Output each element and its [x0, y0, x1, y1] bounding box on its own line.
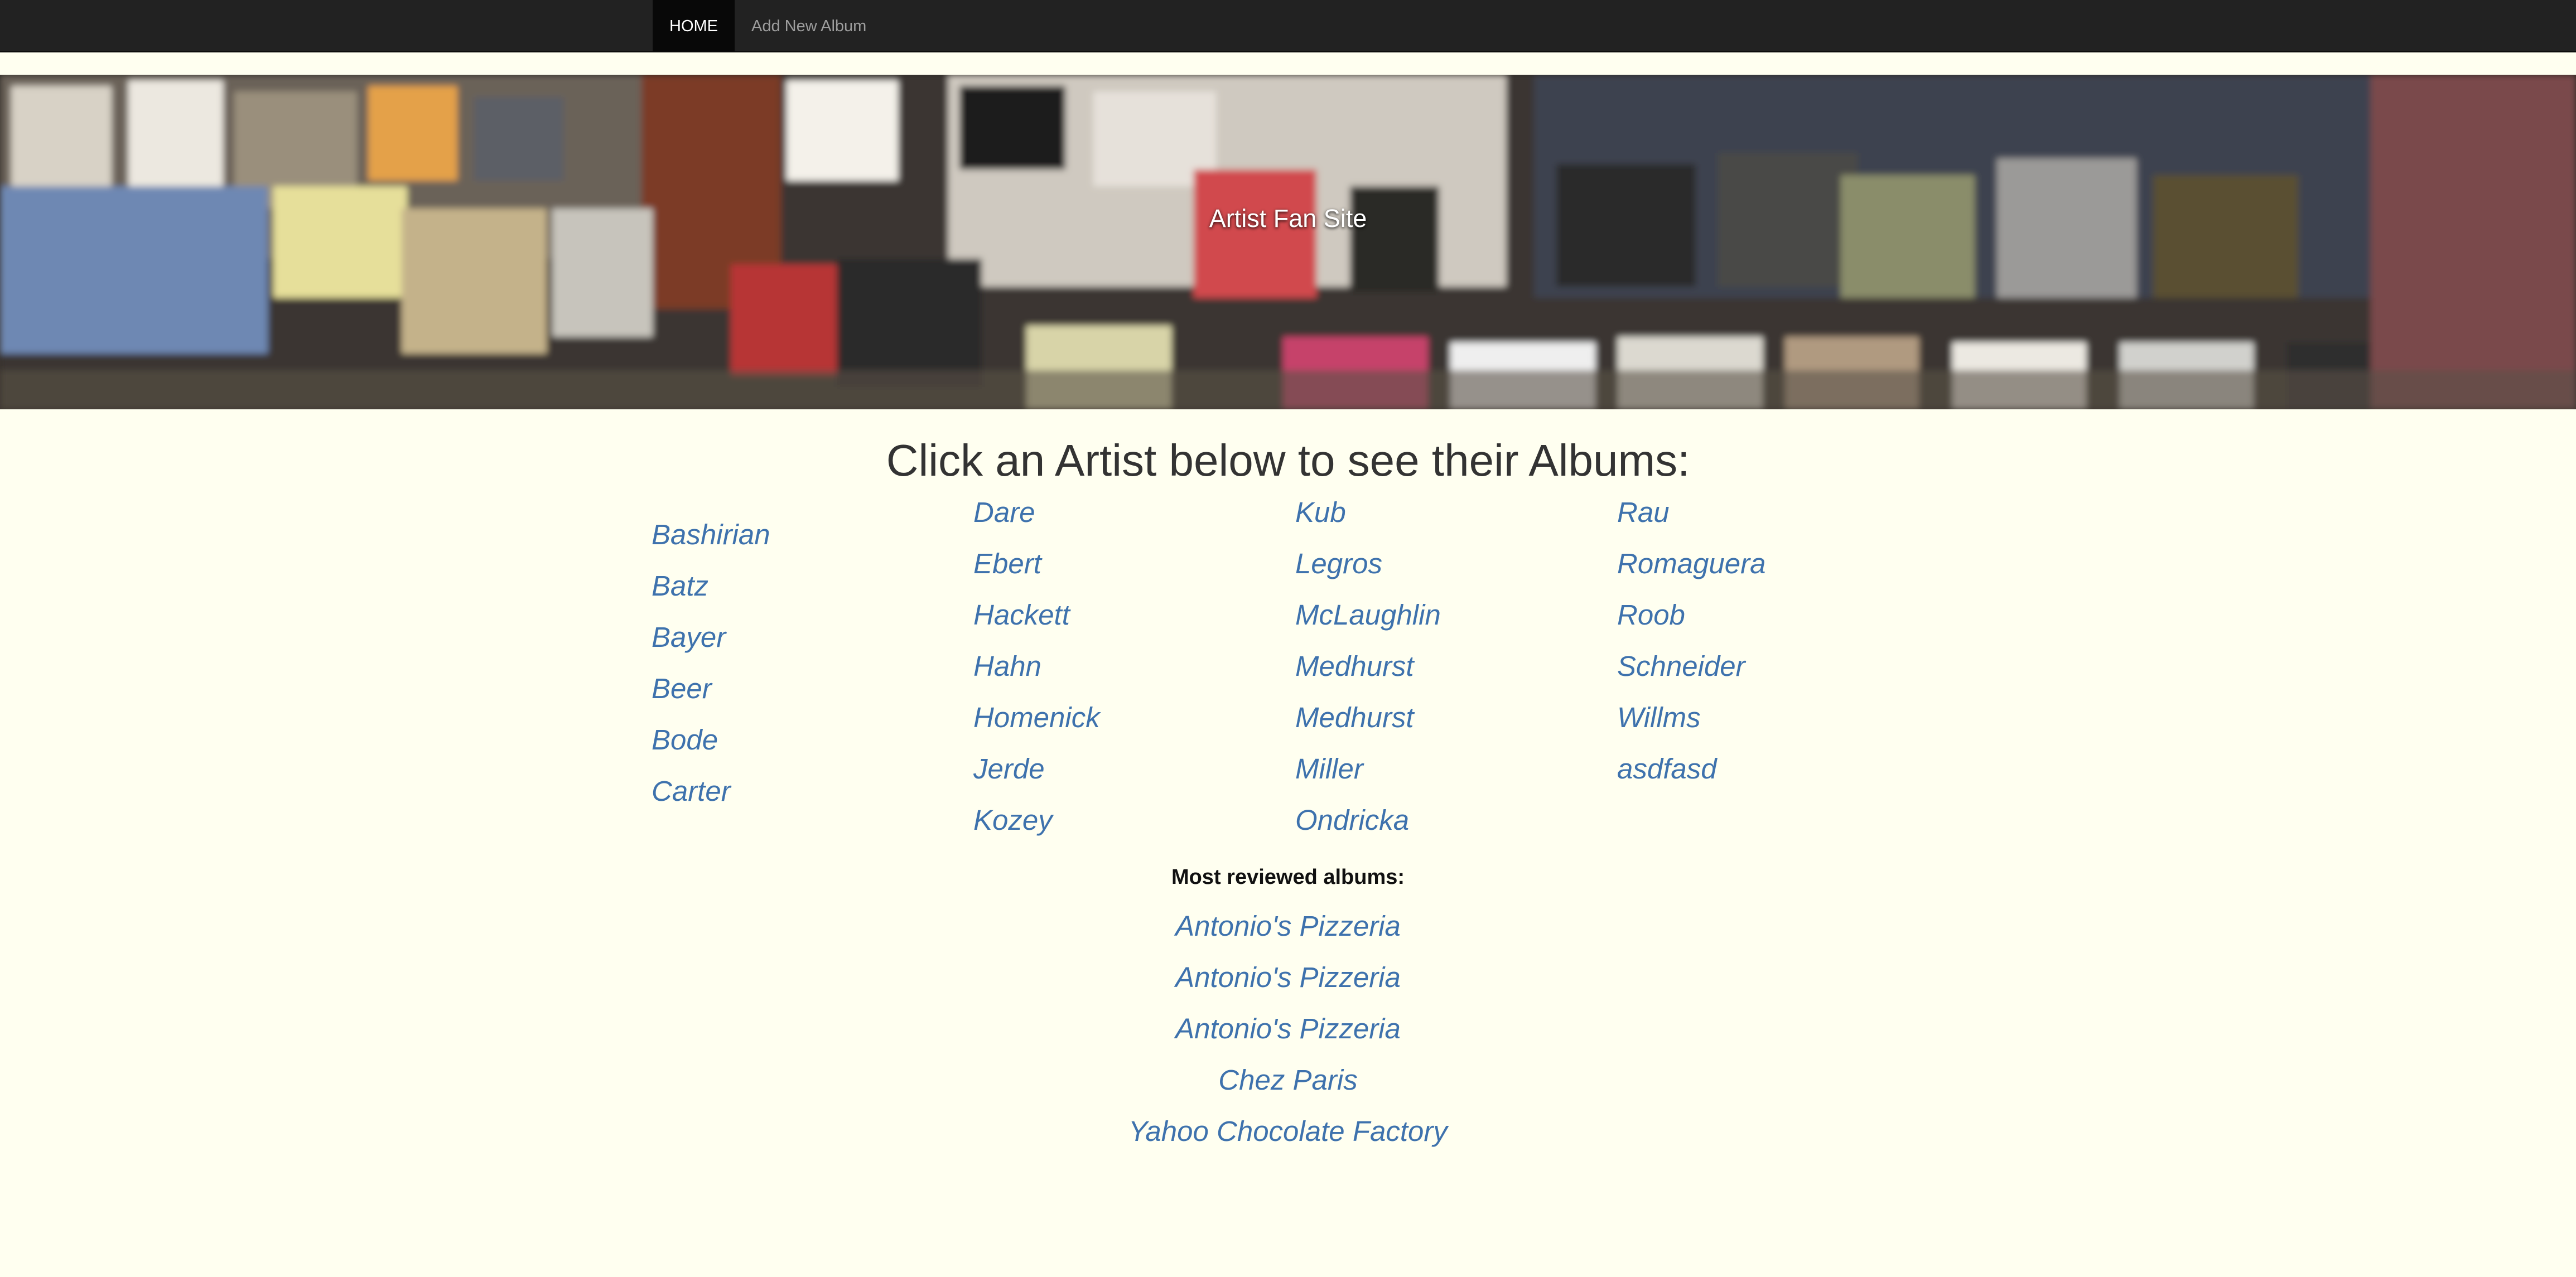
record-store-image — [0, 75, 2576, 409]
site-title: Artist Fan Site — [1209, 204, 1367, 233]
artist-link[interactable]: Miller — [1295, 743, 1608, 795]
hero-banner: Artist Fan Site — [0, 75, 2576, 409]
artist-link[interactable]: McLaughlin — [1295, 589, 1608, 641]
artist-link[interactable]: Bayer — [652, 612, 964, 663]
artist-link[interactable]: Dare — [973, 487, 1286, 538]
album-link[interactable]: Yahoo Chocolate Factory — [0, 1106, 2576, 1157]
top-navbar: HOME Add New Album — [0, 0, 2576, 52]
album-link[interactable]: Chez Paris — [0, 1055, 2576, 1106]
page-heading: Click an Artist below to see their Album… — [886, 436, 1690, 485]
album-link[interactable]: Antonio's Pizzeria — [0, 1003, 2576, 1055]
artist-link[interactable]: Carter — [652, 766, 964, 817]
nav-home-link[interactable]: HOME — [653, 0, 735, 52]
artist-column-1: Bashirian Batz Bayer Beer Bode Carter — [652, 509, 964, 817]
most-reviewed-list: Antonio's Pizzeria Antonio's Pizzeria An… — [0, 901, 2576, 1157]
artist-link[interactable]: Schneider — [1617, 641, 1929, 692]
artist-link[interactable]: Roob — [1617, 589, 1929, 641]
nav-add-album-link[interactable]: Add New Album — [735, 0, 883, 52]
artist-link[interactable]: Ebert — [973, 538, 1286, 589]
artist-link[interactable]: Willms — [1617, 692, 1929, 743]
most-reviewed-label: Most reviewed albums: — [1171, 865, 1405, 889]
artist-link[interactable]: Romaguera — [1617, 538, 1929, 589]
artist-link[interactable]: Rau — [1617, 487, 1929, 538]
artist-link[interactable]: Kub — [1295, 487, 1608, 538]
album-link[interactable]: Antonio's Pizzeria — [0, 952, 2576, 1003]
artist-link[interactable]: Bashirian — [652, 509, 964, 560]
artist-column-3: Kub Legros McLaughlin Medhurst Medhurst … — [1295, 487, 1608, 846]
artist-column-2: Dare Ebert Hackett Hahn Homenick Jerde K… — [973, 487, 1286, 846]
artist-link[interactable]: Homenick — [973, 692, 1286, 743]
artist-link[interactable]: Medhurst — [1295, 641, 1608, 692]
artist-link[interactable]: asdfasd — [1617, 743, 1929, 795]
artist-link[interactable]: Bode — [652, 714, 964, 766]
artist-link[interactable]: Kozey — [973, 795, 1286, 846]
artist-link[interactable]: Hahn — [973, 641, 1286, 692]
artist-link[interactable]: Ondricka — [1295, 795, 1608, 846]
nav-items: HOME Add New Album — [653, 0, 883, 52]
artist-column-4: Rau Romaguera Roob Schneider Willms asdf… — [1617, 487, 1929, 795]
artist-link[interactable]: Batz — [652, 560, 964, 612]
artist-link[interactable]: Hackett — [973, 589, 1286, 641]
artist-link[interactable]: Jerde — [973, 743, 1286, 795]
artist-link[interactable]: Medhurst — [1295, 692, 1608, 743]
album-link[interactable]: Antonio's Pizzeria — [0, 901, 2576, 952]
artist-link[interactable]: Legros — [1295, 538, 1608, 589]
artist-link[interactable]: Beer — [652, 663, 964, 714]
